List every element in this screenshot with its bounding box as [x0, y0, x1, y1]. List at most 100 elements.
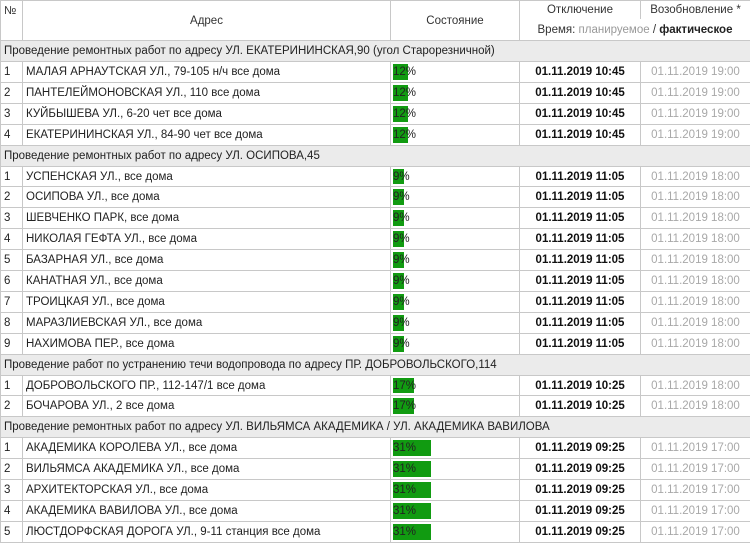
row-outage-time: 01.11.2019 09:25	[520, 480, 641, 501]
col-header-address: Адрес	[23, 1, 391, 41]
row-outage-time: 01.11.2019 10:45	[520, 124, 641, 145]
row-number: 9	[1, 333, 23, 354]
row-progress: 9%	[391, 271, 520, 292]
row-outage-time: 01.11.2019 11:05	[520, 229, 641, 250]
table-row[interactable]: 5ЛЮСТДОРФСКАЯ ДОРОГА УЛ., 9-11 станция в…	[1, 521, 750, 542]
table-row[interactable]: 3АРХИТЕКТОРСКАЯ УЛ., все дома31%01.11.20…	[1, 480, 750, 501]
table-row[interactable]: 4НИКОЛАЯ ГЕФТА УЛ., все дома9%01.11.2019…	[1, 229, 750, 250]
table-row[interactable]: 2БОЧАРОВА УЛ., 2 все дома17%01.11.2019 1…	[1, 396, 750, 417]
row-restore-time: 01.11.2019 18:00	[641, 333, 750, 354]
table-row[interactable]: 4АКАДЕМИКА ВАВИЛОВА УЛ., все дома31%01.1…	[1, 501, 750, 522]
table-row[interactable]: 2ВИЛЬЯМСА АКАДЕМИКА УЛ., все дома31% 01.1…	[1, 459, 750, 480]
progress-percent: 9%	[393, 338, 410, 350]
group-header-row: Проведение работ по устранению течи водо…	[1, 354, 750, 375]
row-outage-time: 01.11.2019 11:05	[520, 291, 641, 312]
row-outage-time: 01.11.2019 11:05	[520, 271, 641, 292]
group-header-row: Проведение ремонтных работ по адресу УЛ.…	[1, 417, 750, 438]
progress-percent: 9%	[393, 296, 410, 308]
progress-percent: 12%	[393, 108, 416, 120]
row-number: 2	[1, 187, 23, 208]
row-restore-time: 01.11.2019 18:00	[641, 250, 750, 271]
progress-percent: 12%	[393, 87, 416, 99]
row-address: КУЙБЫШЕВА УЛ., 6-20 чет все дома	[23, 103, 391, 124]
table-row[interactable]: 7ТРОИЦКАЯ УЛ., все дома9%01.11.2019 11:0…	[1, 291, 750, 312]
row-address: АРХИТЕКТОРСКАЯ УЛ., все дома	[23, 480, 391, 501]
row-number: 3	[1, 480, 23, 501]
row-progress: 9%	[391, 250, 520, 271]
table-row[interactable]: 5БАЗАРНАЯ УЛ., все дома9%01.11.2019 11:0…	[1, 250, 750, 271]
row-number: 4	[1, 501, 23, 522]
row-restore-time: 01.11.2019 18:00	[641, 375, 750, 396]
table-row[interactable]: 1ДОБРОВОЛЬСКОГО ПР., 112-147/1 все дома1…	[1, 375, 750, 396]
col-header-number: №	[1, 1, 23, 41]
row-progress: 9%	[391, 333, 520, 354]
table-row[interactable]: 6КАНАТНАЯ УЛ., все дома9%01.11.2019 11:0…	[1, 271, 750, 292]
row-restore-time: 01.11.2019 17:00	[641, 480, 750, 501]
row-outage-time: 01.11.2019 10:25	[520, 375, 641, 396]
table-row[interactable]: 4ЕКАТЕРИНИНСКАЯ УЛ., 84-90 чет все дома1…	[1, 124, 750, 145]
group-title: Проведение работ по устранению течи водо…	[1, 354, 750, 375]
row-restore-time: 01.11.2019 18:00	[641, 271, 750, 292]
progress-percent: 9%	[393, 275, 410, 287]
table-row[interactable]: 3ШЕВЧЕНКО ПАРК, все дома9%01.11.2019 11:…	[1, 208, 750, 229]
table-row[interactable]: 8МАРАЗЛИЕВСКАЯ УЛ., все дома9%01.11.2019…	[1, 312, 750, 333]
table-row[interactable]: 1АКАДЕМИКА КОРОЛЕВА УЛ., все дома31%01.1…	[1, 438, 750, 459]
row-address: ЛЮСТДОРФСКАЯ ДОРОГА УЛ., 9-11 станция вс…	[23, 521, 391, 542]
row-outage-time: 01.11.2019 09:25	[520, 459, 641, 480]
row-progress: 17%	[391, 396, 520, 417]
row-number: 2	[1, 82, 23, 103]
progress-percent: 31%	[393, 505, 416, 517]
row-restore-time: 01.11.2019 18:00	[641, 312, 750, 333]
row-outage-time: 01.11.2019 10:25	[520, 396, 641, 417]
row-address: ШЕВЧЕНКО ПАРК, все дома	[23, 208, 391, 229]
row-restore-time: 01.11.2019 19:00	[641, 103, 750, 124]
group-title: Проведение ремонтных работ по адресу УЛ.…	[1, 41, 750, 62]
table-row[interactable]: 1УСПЕНСКАЯ УЛ., все дома9%01.11.2019 11:…	[1, 166, 750, 187]
progress-percent: 9%	[393, 254, 410, 266]
row-restore-time: 01.11.2019 18:00	[641, 229, 750, 250]
progress-percent: 9%	[393, 233, 410, 245]
table-row[interactable]: 9НАХИМОВА ПЕР., все дома9%01.11.2019 11:…	[1, 333, 750, 354]
col-header-state: Состояние	[391, 1, 520, 41]
time-legend-sep: /	[653, 24, 656, 36]
row-number: 1	[1, 375, 23, 396]
group-header-row: Проведение ремонтных работ по адресу УЛ.…	[1, 145, 750, 166]
row-outage-time: 01.11.2019 11:05	[520, 208, 641, 229]
progress-percent: 12%	[393, 66, 416, 78]
row-number: 4	[1, 124, 23, 145]
table-row[interactable]: 2ПАНТЕЛЕЙМОНОВСКАЯ УЛ., 110 все дома12%0…	[1, 82, 750, 103]
progress-percent: 31%	[393, 442, 416, 454]
row-number: 5	[1, 250, 23, 271]
row-address: НАХИМОВА ПЕР., все дома	[23, 333, 391, 354]
table-row[interactable]: 1МАЛАЯ АРНАУТСКАЯ УЛ., 79-105 н/ч все до…	[1, 62, 750, 83]
row-progress: 12%	[391, 103, 520, 124]
row-number: 5	[1, 521, 23, 542]
row-restore-time: 01.11.2019 18:00	[641, 396, 750, 417]
table-row[interactable]: 3КУЙБЫШЕВА УЛ., 6-20 чет все дома12%01.1…	[1, 103, 750, 124]
row-address: МАРАЗЛИЕВСКАЯ УЛ., все дома	[23, 312, 391, 333]
row-number: 6	[1, 271, 23, 292]
group-title: Проведение ремонтных работ по адресу УЛ.…	[1, 145, 750, 166]
row-address: ОСИПОВА УЛ., все дома	[23, 187, 391, 208]
row-progress: 31%	[391, 521, 520, 542]
row-outage-time: 01.11.2019 09:25	[520, 521, 641, 542]
row-restore-time: 01.11.2019 17:00	[641, 438, 750, 459]
progress-percent: 9%	[393, 171, 410, 183]
time-legend: Время: планируемое / фактическое	[520, 19, 750, 41]
progress-percent: 31%	[393, 463, 416, 475]
group-header-row: Проведение ремонтных работ по адресу УЛ.…	[1, 41, 750, 62]
time-legend-actual: фактическое	[659, 24, 732, 36]
row-address: ДОБРОВОЛЬСКОГО ПР., 112-147/1 все дома	[23, 375, 391, 396]
row-restore-time: 01.11.2019 19:00	[641, 82, 750, 103]
table-row[interactable]: 2ОСИПОВА УЛ., все дома9%01.11.2019 11:05…	[1, 187, 750, 208]
row-number: 2	[1, 459, 23, 480]
row-progress: 12%	[391, 82, 520, 103]
row-number: 3	[1, 208, 23, 229]
row-restore-time: 01.11.2019 18:00	[641, 291, 750, 312]
row-number: 2	[1, 396, 23, 417]
row-progress: 9%	[391, 312, 520, 333]
outage-table-body: Проведение ремонтных работ по адресу УЛ.…	[1, 41, 750, 543]
row-address: АКАДЕМИКА КОРОЛЕВА УЛ., все дома	[23, 438, 391, 459]
outage-table: № Адрес Состояние Отключение Возобновлен…	[0, 0, 750, 543]
row-address: ВИЛЬЯМСА АКАДЕМИКА УЛ., все дома	[23, 459, 391, 480]
